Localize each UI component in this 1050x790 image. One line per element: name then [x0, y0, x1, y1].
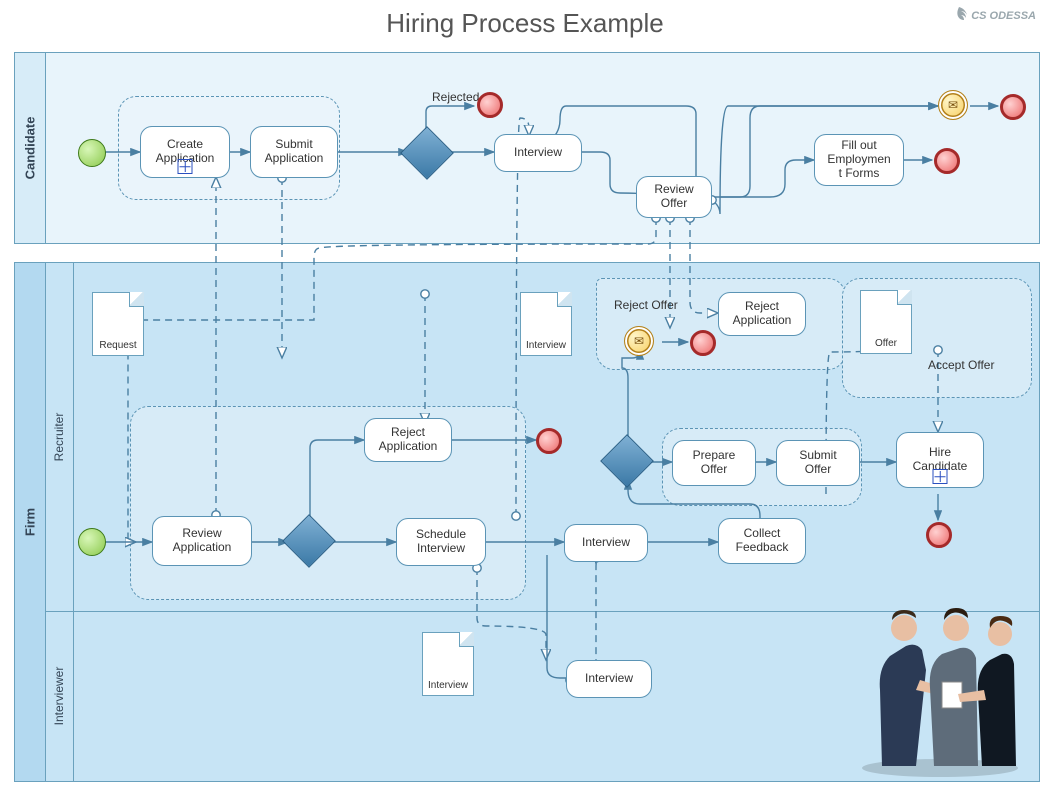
end-event-hire: [926, 522, 952, 548]
task-submit-offer: Submit Offer: [776, 440, 860, 486]
subprocess-marker-icon: [178, 159, 193, 174]
diagram-title: Hiring Process Example: [0, 8, 1050, 39]
document-offer: Offer: [860, 290, 912, 354]
subprocess-marker-icon: [933, 469, 948, 484]
task-hire-candidate: Hire Candidate: [896, 432, 984, 488]
intermediate-message-event-candidate: ✉: [938, 90, 968, 120]
task-schedule-interview: Schedule Interview: [396, 518, 486, 566]
logo-cs-odessa: CS ODESSA: [949, 6, 1036, 26]
task-create-application: Create Application: [140, 126, 230, 178]
group-recruiter-process: [130, 406, 526, 600]
task-fill-employment-forms: Fill out Employmen t Forms: [814, 134, 904, 186]
task-collect-feedback: Collect Feedback: [718, 518, 806, 564]
intermediate-message-event-reject-offer: ✉: [624, 326, 654, 356]
label-rejected: Rejected: [432, 90, 479, 104]
end-event-candidate-final: [1000, 94, 1026, 120]
task-interviewer-interview: Interview: [566, 660, 652, 698]
end-event-reject-application: [536, 428, 562, 454]
label-reject-offer: Reject Offer: [614, 298, 678, 312]
end-event-rejected: [477, 92, 503, 118]
lane-header-recruiter: Recruiter: [45, 263, 74, 611]
document-interview-1: Interview: [520, 292, 572, 356]
lane-header-interviewer: Interviewer: [45, 611, 74, 781]
end-event-reject-offer: [690, 330, 716, 356]
diagram-canvas: Hiring Process Example CS ODESSA Candida…: [0, 0, 1050, 790]
start-event-recruiter: [78, 528, 106, 556]
task-review-offer: Review Offer: [636, 176, 712, 218]
label-accept-offer: Accept Offer: [928, 358, 994, 372]
end-event-forms: [934, 148, 960, 174]
start-event-candidate: [78, 139, 106, 167]
document-interview-2: Interview: [422, 632, 474, 696]
task-candidate-interview: Interview: [494, 134, 582, 172]
task-submit-application: Submit Application: [250, 126, 338, 178]
document-request: Request: [92, 292, 144, 356]
task-review-application: Review Application: [152, 516, 252, 566]
task-prepare-offer: Prepare Offer: [672, 440, 756, 486]
task-reject-application-top: Reject Application: [718, 292, 806, 336]
pool-header-candidate: Candidate: [15, 53, 46, 243]
illustration-business-people: [850, 570, 1030, 780]
task-recruiter-interview: Interview: [564, 524, 648, 562]
task-reject-application-recruiter: Reject Application: [364, 418, 452, 462]
pool-header-firm: Firm: [15, 263, 46, 781]
